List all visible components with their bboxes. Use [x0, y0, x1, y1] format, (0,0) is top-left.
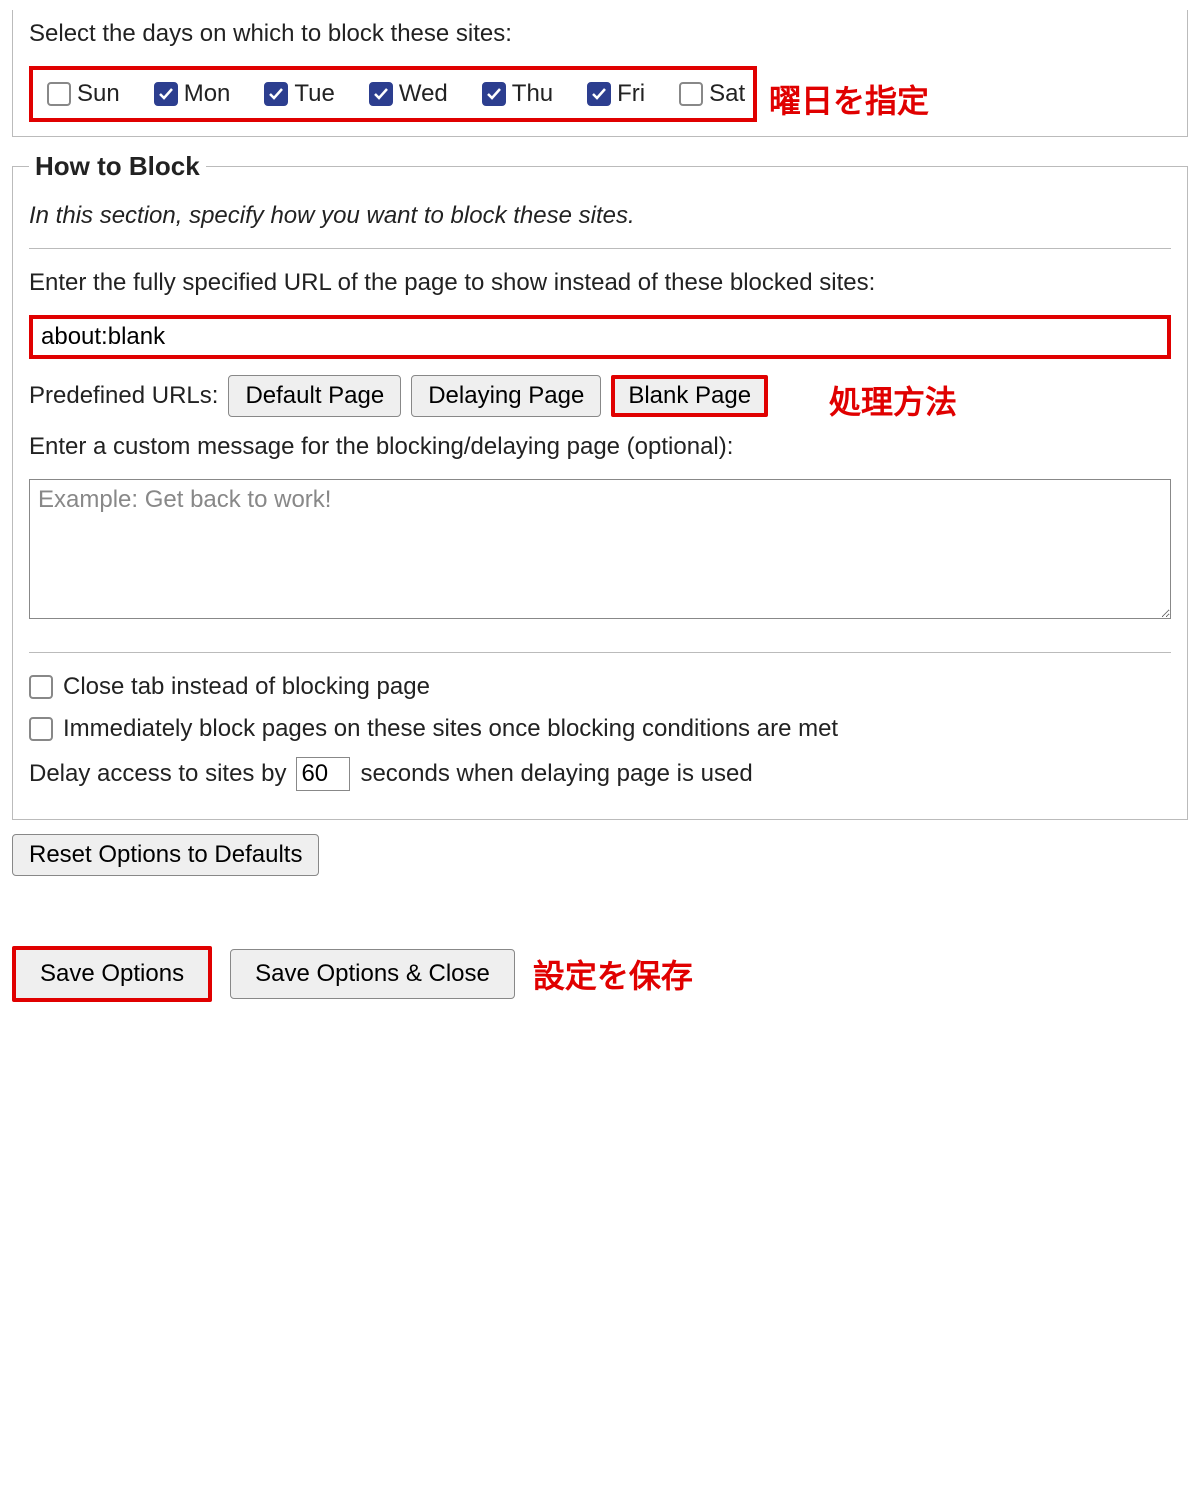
- how-to-block-legend: How to Block: [29, 151, 206, 182]
- day-label: Mon: [184, 80, 231, 108]
- save-options-button[interactable]: Save Options: [12, 946, 212, 1002]
- checkbox-checked-icon: [369, 82, 393, 106]
- checkbox-icon: [47, 82, 71, 106]
- day-sat[interactable]: Sat: [679, 80, 745, 108]
- custom-message-prompt: Enter a custom message for the blocking/…: [29, 433, 1171, 461]
- predefined-urls-label: Predefined URLs:: [29, 382, 218, 410]
- checkbox-checked-icon: [587, 82, 611, 106]
- annotation-save: 設定を保存: [533, 951, 693, 997]
- days-prompt: Select the days on which to block these …: [29, 20, 1171, 48]
- checkbox-icon: [29, 675, 53, 699]
- day-label: Thu: [512, 80, 553, 108]
- day-label: Sat: [709, 80, 745, 108]
- immediate-block-label: Immediately block pages on these sites o…: [63, 715, 838, 743]
- annotation-method: 処理方法: [829, 377, 957, 423]
- day-label: Sun: [77, 80, 120, 108]
- block-url-input[interactable]: [29, 315, 1171, 359]
- delay-suffix-label: seconds when delaying page is used: [360, 760, 752, 788]
- day-wed[interactable]: Wed: [369, 80, 448, 108]
- when-to-block-fieldset: Select the days on which to block these …: [12, 10, 1188, 137]
- how-to-block-fieldset: How to Block In this section, specify ho…: [12, 151, 1188, 820]
- divider: [29, 248, 1171, 249]
- checkbox-icon: [29, 717, 53, 741]
- blank-page-button[interactable]: Blank Page: [611, 375, 768, 417]
- divider: [29, 652, 1171, 653]
- day-thu[interactable]: Thu: [482, 80, 553, 108]
- checkbox-checked-icon: [482, 82, 506, 106]
- days-checkbox-row: Sun Mon Tue Wed Thu Fri: [29, 66, 757, 122]
- url-prompt: Enter the fully specified URL of the pag…: [29, 269, 1171, 297]
- immediate-block-option[interactable]: Immediately block pages on these sites o…: [29, 715, 1171, 743]
- annotation-days: 曜日を指定: [769, 76, 929, 122]
- checkbox-checked-icon: [154, 82, 178, 106]
- day-label: Fri: [617, 80, 645, 108]
- custom-message-textarea[interactable]: [29, 479, 1171, 619]
- day-label: Tue: [294, 80, 334, 108]
- close-tab-option[interactable]: Close tab instead of blocking page: [29, 673, 1171, 701]
- checkbox-checked-icon: [264, 82, 288, 106]
- day-tue[interactable]: Tue: [264, 80, 334, 108]
- day-fri[interactable]: Fri: [587, 80, 645, 108]
- close-tab-label: Close tab instead of blocking page: [63, 673, 430, 701]
- save-options-close-button[interactable]: Save Options & Close: [230, 949, 515, 999]
- day-label: Wed: [399, 80, 448, 108]
- delay-prefix-label: Delay access to sites by: [29, 760, 286, 788]
- day-mon[interactable]: Mon: [154, 80, 231, 108]
- default-page-button[interactable]: Default Page: [228, 375, 401, 417]
- checkbox-icon: [679, 82, 703, 106]
- delay-seconds-input[interactable]: [296, 757, 350, 791]
- reset-options-button[interactable]: Reset Options to Defaults: [12, 834, 319, 876]
- how-to-block-intro: In this section, specify how you want to…: [29, 202, 1171, 230]
- day-sun[interactable]: Sun: [47, 80, 120, 108]
- delaying-page-button[interactable]: Delaying Page: [411, 375, 601, 417]
